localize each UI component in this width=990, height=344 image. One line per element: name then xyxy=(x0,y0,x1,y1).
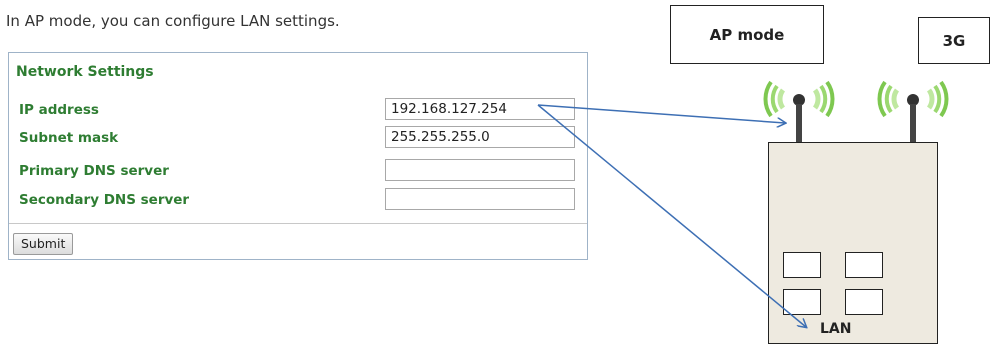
antenna-icon-left xyxy=(793,94,805,142)
diagram-graphics xyxy=(537,80,949,344)
antenna-icon-right xyxy=(907,94,919,142)
arrow-to-lan xyxy=(537,104,806,327)
arrow-to-ap-antenna xyxy=(537,104,785,123)
